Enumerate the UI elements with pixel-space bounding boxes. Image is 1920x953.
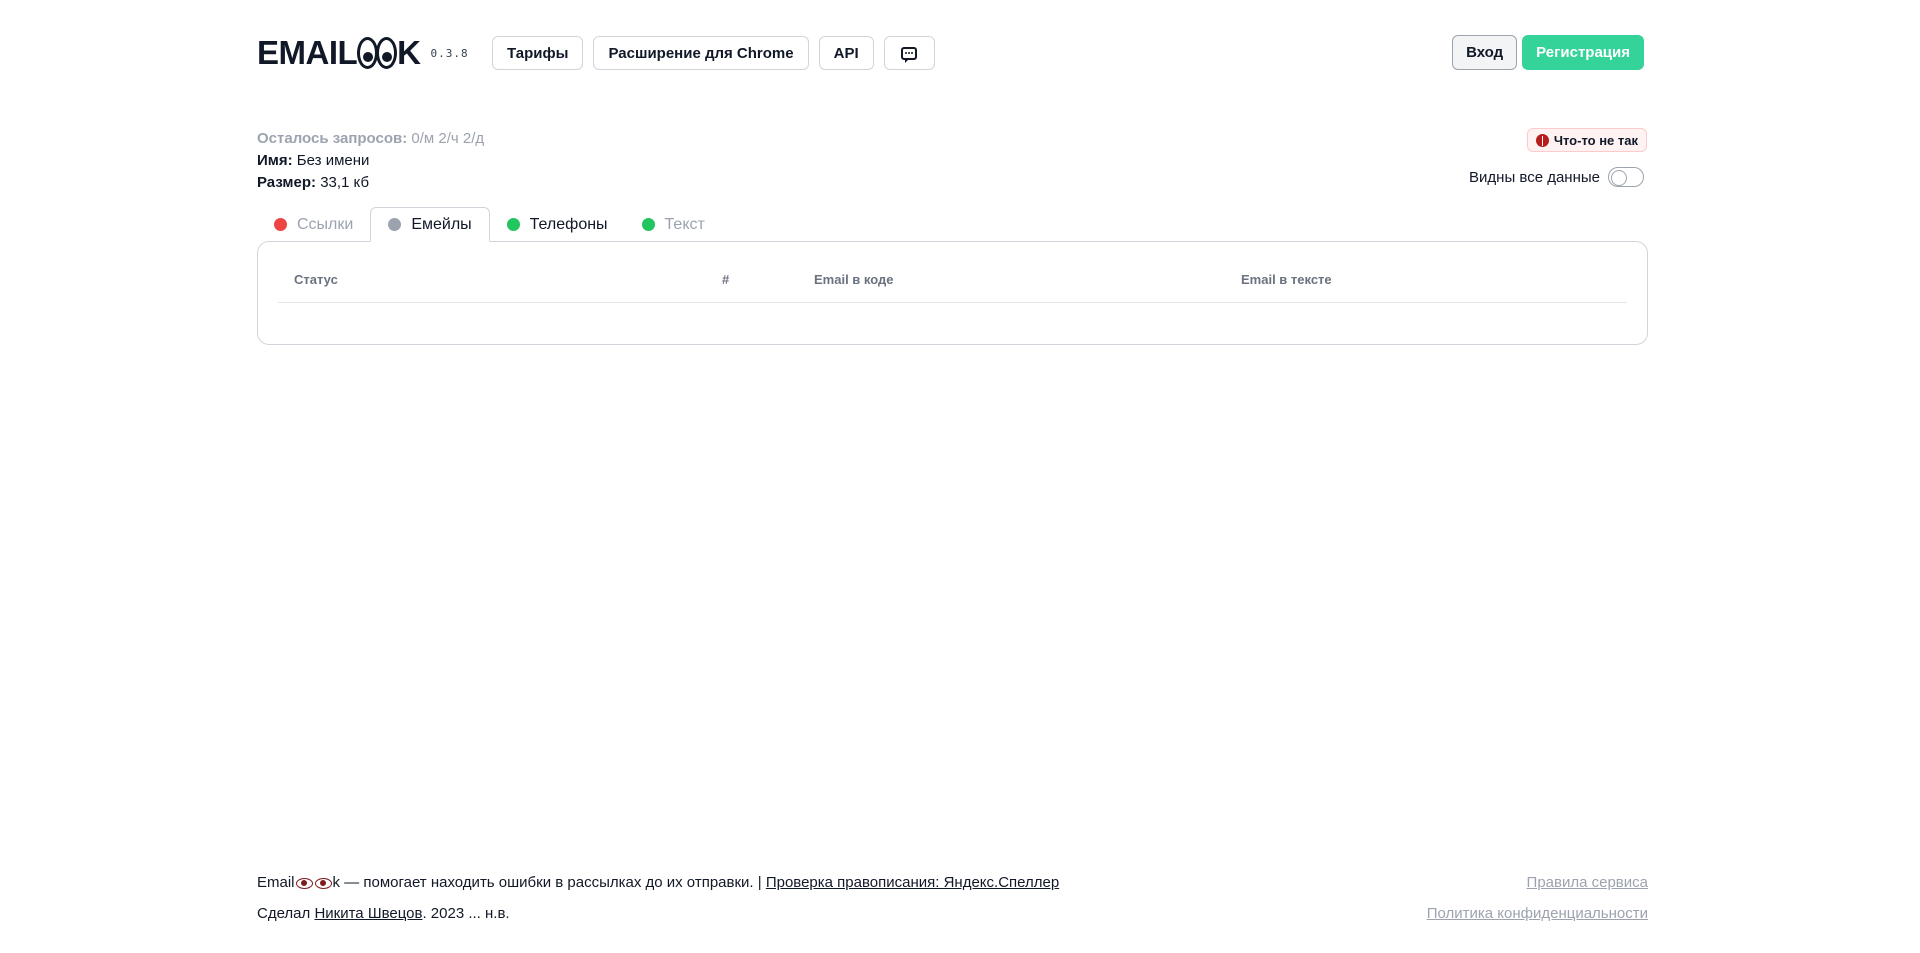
tab-phones[interactable]: Телефоны bbox=[490, 207, 625, 242]
footer-tagline: k — помогает находить ошибки в рассылках… bbox=[332, 874, 762, 891]
logo[interactable]: EMAIL K 0.3.8 bbox=[257, 34, 469, 72]
report-bug-button[interactable]: Что-то не так bbox=[1526, 128, 1647, 152]
tab-label: Телефоны bbox=[529, 215, 608, 233]
status-dot-gray bbox=[388, 218, 402, 231]
result-tabs: Ссылки Емейлы Телефоны Текст bbox=[257, 207, 722, 242]
emails-panel: Статус # Email в коде Email в тексте bbox=[257, 241, 1648, 345]
eye-icon bbox=[314, 877, 332, 889]
name-label: Имя: bbox=[257, 152, 293, 169]
author-link[interactable]: Никита Швецов bbox=[314, 905, 422, 922]
show-all-data-toggle[interactable] bbox=[1608, 167, 1644, 187]
file-name: Имя: Без имени bbox=[257, 150, 484, 172]
speller-link[interactable]: Проверка правописания: Яндекс.Спеллер bbox=[766, 874, 1059, 891]
tab-label: Ссылки bbox=[297, 215, 354, 233]
logo-eyes-icon bbox=[357, 37, 398, 69]
login-button[interactable]: Вход bbox=[1452, 35, 1518, 70]
chat-button[interactable] bbox=[883, 36, 935, 70]
nav-tariffs-button[interactable]: Тарифы bbox=[492, 36, 584, 70]
requests-left: Осталось запросов: 0/м 2/ч 2/д bbox=[257, 128, 484, 150]
logo-text-right: K bbox=[397, 34, 421, 71]
requests-value: 0/м 2/ч 2/д bbox=[411, 130, 485, 147]
show-all-data-label: Видны все данные bbox=[1469, 168, 1600, 186]
file-info: Осталось запросов: 0/м 2/ч 2/д Имя: Без … bbox=[257, 128, 484, 194]
column-email-in-text: Email в тексте bbox=[1241, 272, 1332, 287]
version-label: 0.3.8 bbox=[430, 46, 469, 60]
header: EMAIL K 0.3.8 Тарифы Расширение для Chro… bbox=[257, 34, 1644, 72]
register-button[interactable]: Регистрация bbox=[1522, 35, 1644, 70]
report-bug-label: Что-то не так bbox=[1553, 132, 1638, 148]
chat-icon bbox=[901, 46, 918, 63]
column-number: # bbox=[722, 272, 730, 287]
size-label: Размер: bbox=[257, 174, 317, 191]
bug-icon bbox=[1535, 133, 1549, 147]
rules-link[interactable]: Правила сервиса bbox=[1427, 872, 1648, 903]
footer-right: Правила сервиса Политика конфиденциально… bbox=[1427, 872, 1648, 934]
status-dot-green bbox=[506, 218, 520, 231]
footer-made-by: Сделал bbox=[257, 905, 311, 922]
file-size: Размер: 33,1 кб bbox=[257, 172, 484, 194]
top-nav: Тарифы Расширение для Chrome API bbox=[492, 36, 935, 70]
requests-label: Осталось запросов: bbox=[257, 130, 408, 147]
tab-label: Текст bbox=[664, 215, 705, 233]
auth-buttons: Вход Регистрация bbox=[1452, 35, 1644, 70]
name-value: Без имени bbox=[296, 152, 370, 169]
nav-api-button[interactable]: API bbox=[818, 36, 874, 70]
privacy-link[interactable]: Политика конфиденциальности bbox=[1427, 903, 1648, 934]
show-all-data-row: Видны все данные bbox=[1469, 167, 1644, 187]
eye-icon bbox=[295, 877, 313, 889]
tab-text[interactable]: Текст bbox=[625, 207, 722, 242]
footer-brand: Email bbox=[257, 874, 295, 891]
status-dot-red bbox=[274, 218, 287, 231]
footer: Email k — помогает находить ошибки в расс… bbox=[257, 872, 1648, 934]
status-dot-green bbox=[641, 218, 655, 231]
footer-years: . 2023 ... н.в. bbox=[422, 905, 510, 922]
tab-links[interactable]: Ссылки bbox=[257, 207, 370, 242]
column-email-in-code: Email в коде bbox=[814, 272, 894, 287]
table-header: Статус # Email в коде Email в тексте bbox=[278, 272, 1627, 303]
logo-text-left: EMAIL bbox=[257, 34, 358, 71]
tab-label: Емейлы bbox=[411, 215, 472, 233]
nav-chrome-extension-button[interactable]: Расширение для Chrome bbox=[593, 36, 809, 70]
size-value: 33,1 кб bbox=[320, 174, 370, 191]
column-status: Статус bbox=[294, 272, 338, 287]
tab-emails[interactable]: Емейлы bbox=[370, 207, 490, 242]
